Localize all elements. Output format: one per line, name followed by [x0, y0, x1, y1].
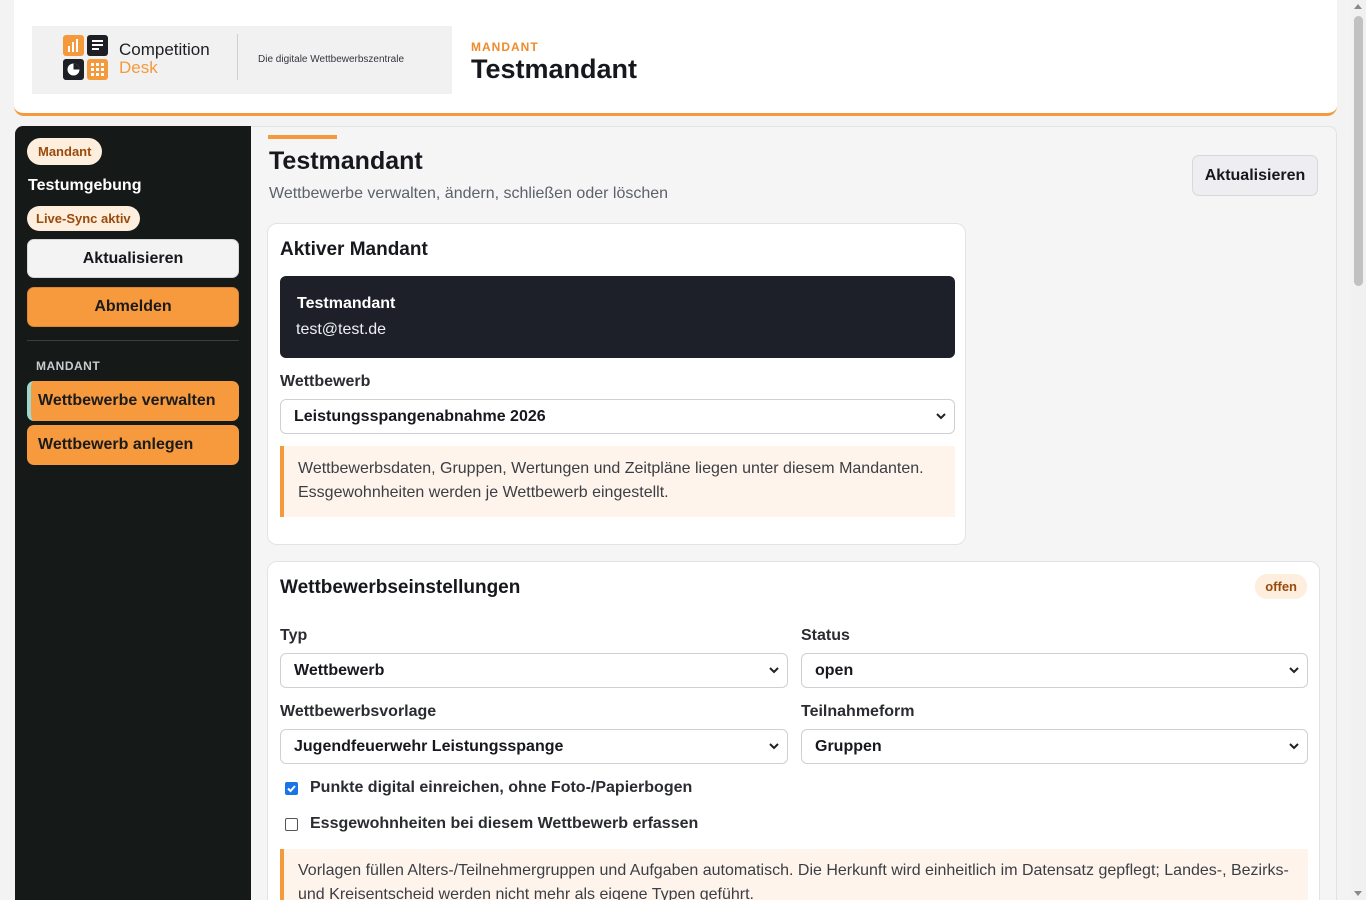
type-select[interactable]: Wettbewerb: [280, 653, 788, 688]
app-header: Competition Desk Die digitale Wettbewerb…: [14, 0, 1337, 116]
logo-name-line1: Competition: [119, 40, 210, 59]
active-mandant-card: Aktiver Mandant Testmandant test@test.de…: [267, 223, 966, 545]
eating-habits-checkbox[interactable]: [285, 818, 298, 831]
digital-submission-checkbox[interactable]: [285, 782, 298, 795]
chevron-down-icon: [936, 413, 946, 420]
digital-submission-label: Punkte digital einreichen, ohne Foto-/Pa…: [310, 779, 693, 796]
page-title: Testmandant: [269, 147, 423, 175]
template-note: Vorlagen füllen Alters-/Teilnehmergruppe…: [280, 849, 1308, 900]
status-select[interactable]: open: [801, 653, 1308, 688]
logo-tagline: Die digitale Wettbewerbszentrale: [258, 54, 405, 65]
page-subtitle: Wettbewerbe verwalten, ändern, schließen…: [269, 185, 669, 202]
role-badge: Mandant: [27, 138, 103, 165]
status-label: Status: [801, 627, 850, 644]
status-select-value: open: [815, 661, 854, 679]
mandant-email: test@test.de: [296, 321, 387, 338]
participation-select-value: Gruppen: [815, 737, 882, 755]
competition-select-value: Leistungsspangenabnahme 2026: [294, 407, 546, 425]
refresh-button[interactable]: Aktualisieren: [1192, 155, 1318, 196]
participation-select[interactable]: Gruppen: [801, 729, 1308, 764]
sidebar: Mandant Testumgebung Live-Sync aktiv Akt…: [15, 126, 251, 900]
chevron-down-icon: [1289, 667, 1299, 674]
sidebar-item-create-competition[interactable]: Wettbewerb anlegen: [27, 425, 239, 465]
logo-name-line2: Desk: [119, 58, 158, 77]
sidebar-section-label: MANDANT: [36, 359, 101, 373]
header-title: Testmandant: [471, 54, 638, 84]
participation-label: Teilnahmeform: [801, 703, 915, 720]
chevron-down-icon: [769, 667, 779, 674]
mandant-name: Testmandant: [297, 295, 396, 312]
scroll-up-icon[interactable]: [1354, 4, 1362, 9]
header-kicker: MANDANT: [471, 40, 539, 54]
competition-label: Wettbewerb: [280, 373, 371, 390]
template-select-value: Jugendfeuerwehr Leistungsspange: [294, 737, 564, 755]
sidebar-divider: [27, 340, 239, 341]
logo-icon: [63, 35, 109, 81]
template-select[interactable]: Jugendfeuerwehr Leistungsspange: [280, 729, 788, 764]
logo-divider: [237, 34, 238, 80]
card-title: Aktiver Mandant: [280, 239, 428, 260]
logo[interactable]: Competition Desk Die digitale Wettbewerb…: [32, 26, 452, 94]
main-content: Testmandant Wettbewerbe verwalten, änder…: [251, 126, 1337, 900]
page-scrollbar[interactable]: [1351, 0, 1366, 900]
competition-settings-card: Wettbewerbseinstellungen offen Typ Wettb…: [267, 561, 1320, 900]
chevron-down-icon: [1289, 743, 1299, 750]
scroll-thumb[interactable]: [1354, 16, 1363, 286]
sidebar-refresh-button[interactable]: Aktualisieren: [27, 239, 239, 278]
mandant-info-box: Testmandant test@test.de: [280, 276, 955, 358]
eating-habits-label: Essgewohnheiten bei diesem Wettbewerb er…: [310, 815, 699, 832]
competition-select[interactable]: Leistungsspangenabnahme 2026: [280, 399, 955, 434]
environment-label: Testumgebung: [28, 177, 142, 194]
type-select-value: Wettbewerb: [294, 661, 385, 679]
check-icon: [287, 785, 296, 793]
info-note: Wettbewerbsdaten, Gruppen, Wertungen und…: [280, 446, 955, 517]
logout-button[interactable]: Abmelden: [27, 287, 239, 327]
type-label: Typ: [280, 627, 308, 644]
scroll-down-icon[interactable]: [1354, 891, 1362, 896]
chevron-down-icon: [769, 743, 779, 750]
status-badge: offen: [1255, 574, 1307, 599]
title-accent: [268, 135, 337, 139]
card-title: Wettbewerbseinstellungen: [280, 577, 521, 598]
template-label: Wettbewerbsvorlage: [280, 703, 437, 720]
sidebar-item-manage-competitions[interactable]: Wettbewerbe verwalten: [27, 381, 239, 421]
live-sync-badge: Live-Sync aktiv: [27, 206, 140, 231]
